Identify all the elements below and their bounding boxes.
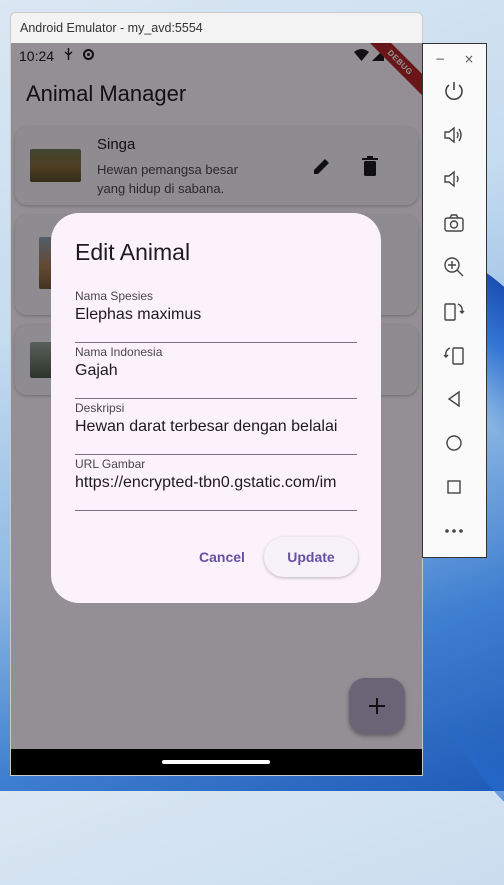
back-button[interactable]	[441, 386, 467, 412]
species-name-field[interactable]: Nama Spesies Elephas maximus	[75, 287, 357, 343]
emulator-titlebar: Android Emulator - my_avd:5554	[11, 13, 422, 43]
edit-animal-dialog: Edit Animal Nama Spesies Elephas maximus…	[51, 213, 381, 603]
emulator-toolbar: − ×	[422, 43, 487, 558]
more-icon	[445, 529, 463, 533]
rotate-right-icon	[443, 347, 464, 365]
volume-up-button[interactable]	[441, 122, 467, 148]
description-input[interactable]: Hewan darat terbesar dengan belalai	[75, 418, 357, 436]
back-icon	[447, 390, 460, 408]
indonesian-name-input[interactable]: Gajah	[75, 362, 357, 380]
home-gesture-pill[interactable]	[162, 760, 270, 764]
cancel-button[interactable]: Cancel	[189, 537, 255, 577]
overview-icon	[447, 480, 461, 494]
indonesian-name-label: Nama Indonesia	[75, 345, 163, 359]
volume-down-button[interactable]	[441, 166, 467, 192]
rotate-left-button[interactable]	[441, 298, 467, 324]
more-button[interactable]	[441, 518, 467, 544]
rotate-right-button[interactable]	[441, 342, 467, 368]
species-name-label: Nama Spesies	[75, 289, 154, 303]
home-button[interactable]	[441, 430, 467, 456]
emulator-window: Android Emulator - my_avd:5554 10:24 DEB…	[10, 12, 423, 776]
zoom-button[interactable]	[441, 254, 467, 280]
image-url-input[interactable]: https://encrypted-tbn0.gstatic.com/im	[75, 474, 357, 492]
home-icon	[446, 435, 462, 451]
update-button[interactable]: Update	[264, 537, 358, 577]
indonesian-name-field[interactable]: Nama Indonesia Gajah	[75, 343, 357, 399]
rotate-left-icon	[444, 303, 465, 321]
description-label: Deskripsi	[75, 401, 125, 415]
close-button[interactable]: ×	[464, 52, 474, 66]
power-icon	[445, 82, 463, 100]
minimize-button[interactable]: −	[435, 52, 445, 66]
camera-icon	[444, 214, 464, 232]
volume-down-icon	[444, 170, 459, 188]
power-button[interactable]	[441, 78, 467, 104]
species-name-input[interactable]: Elephas maximus	[75, 306, 357, 324]
image-url-label: URL Gambar	[75, 457, 146, 471]
dialog-title: Edit Animal	[75, 239, 191, 265]
volume-up-icon	[444, 126, 462, 144]
overview-button[interactable]	[441, 474, 467, 500]
zoom-icon	[444, 257, 464, 277]
navigation-bar	[11, 749, 422, 775]
screenshot-button[interactable]	[441, 210, 467, 236]
image-url-field[interactable]: URL Gambar https://encrypted-tbn0.gstati…	[75, 455, 357, 511]
description-field[interactable]: Deskripsi Hewan darat terbesar dengan be…	[75, 399, 357, 455]
device-screen: 10:24 DEBUG Animal Manager Singa Hewan p…	[11, 43, 422, 775]
